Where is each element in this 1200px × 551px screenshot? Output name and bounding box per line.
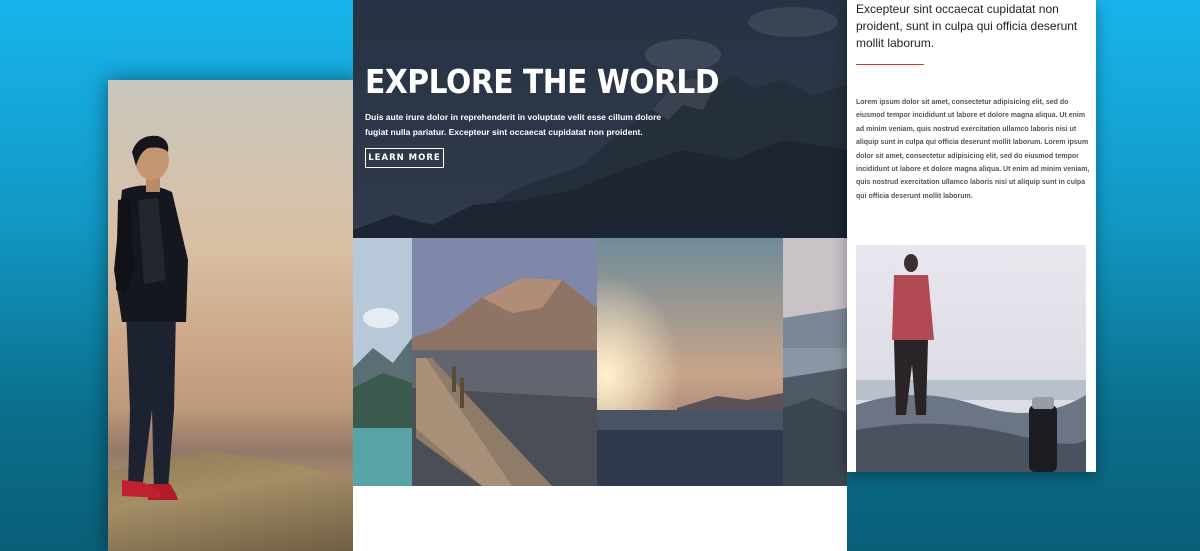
hero-title: EXPLORE THE WORLD <box>365 62 720 101</box>
left-photo-card <box>108 80 360 551</box>
quote-text: Excepteur sint occaecat cupidatat non pr… <box>856 2 1078 50</box>
photo-gallery <box>353 238 847 486</box>
hero-description: Duis aute irure dolor in reprehenderit i… <box>365 112 662 137</box>
gallery-photo-sunset <box>597 238 783 486</box>
traveler-photo <box>856 245 1086 472</box>
gallery-photo-lake <box>353 238 412 486</box>
body-paragraph: Lorem ipsum dolor sit amet, consectetur … <box>856 99 1090 200</box>
gallery-photo-dock <box>412 238 597 486</box>
man-standing-photo <box>114 135 188 500</box>
hero-section: EXPLORE THE WORLD Duis aute irure dolor … <box>353 0 847 238</box>
learn-more-button[interactable]: LEARN MORE <box>365 148 444 168</box>
center-page: EXPLORE THE WORLD Duis aute irure dolor … <box>353 0 847 551</box>
accent-divider <box>856 64 924 65</box>
right-page: Excepteur sint occaecat cupidatat non pr… <box>847 0 1096 472</box>
gallery-photo-fjord <box>783 238 847 486</box>
